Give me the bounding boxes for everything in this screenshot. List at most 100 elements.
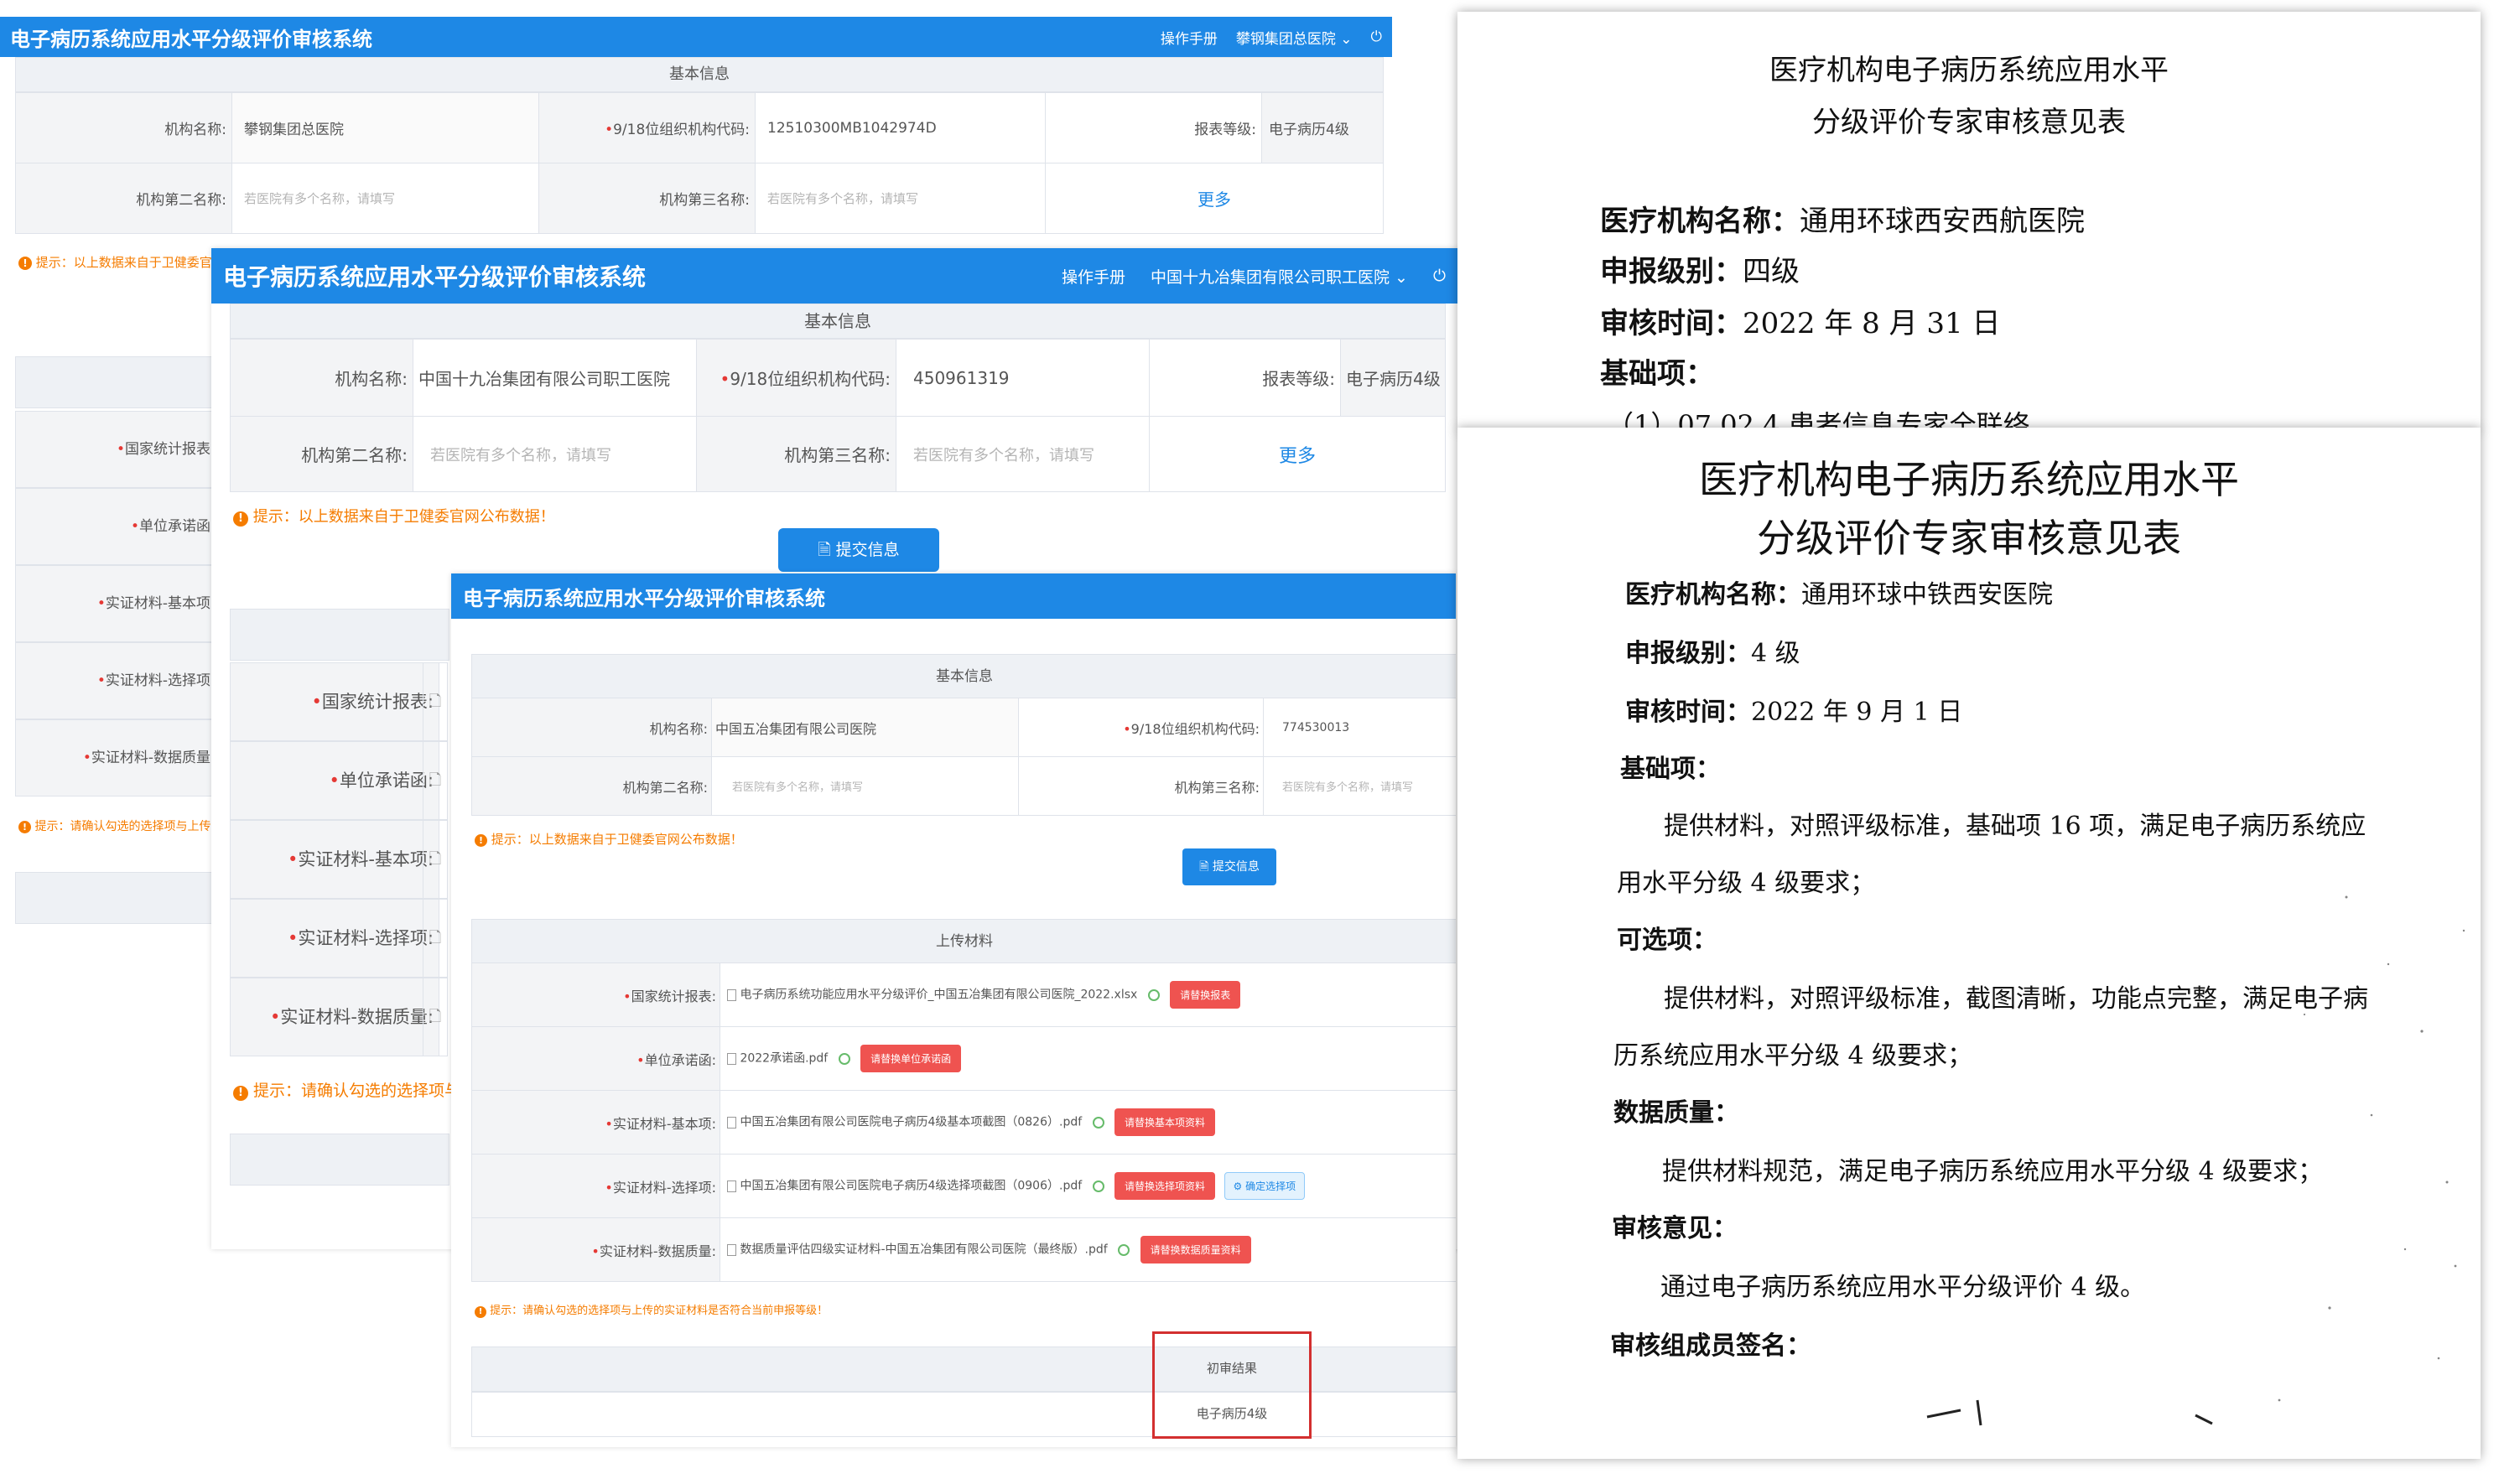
material-label-2: •单位承诺函 xyxy=(15,488,216,565)
screen-3-header: 电子病历系统应用水平分级评价审核系统 xyxy=(451,573,1456,619)
material-label-1: •国家统计报表 xyxy=(15,411,216,488)
material-label-1: •国家统计报表: xyxy=(230,662,439,741)
alert-icon: ! xyxy=(233,1086,248,1101)
org-code-input[interactable]: 450961319 xyxy=(896,339,1150,417)
upload-row-2: 2022承诺函.pdf 请替换单位承诺函 xyxy=(720,1026,1456,1091)
upload-row-5: 数据质量评估四级实证材料-中国五冶集团有限公司医院（最终版）.pdf 请替换数据… xyxy=(720,1217,1456,1282)
system-title: 电子病历系统应用水平分级评价审核系统 xyxy=(223,263,647,291)
org-code-label: •9/18位组织机构代码: xyxy=(538,92,756,163)
file-icon: 🗋 xyxy=(423,662,448,741)
confirm-options-button[interactable]: ⚙ 确定选择项 xyxy=(1224,1172,1306,1200)
confirm-tip: ! 提示：请确认勾选的选择项与上传的实证材料是否符合当前申报等级！ xyxy=(475,1301,828,1318)
screen-3-window: 电子病历系统应用水平分级评价审核系统 基本信息 机构名称: 中国五冶集团有限公司… xyxy=(451,573,1456,1447)
alert-icon: ! xyxy=(18,821,31,833)
third-name-label: 机构第三名称: xyxy=(696,416,896,492)
screen-2-header: 电子病历系统应用水平分级评价审核系统 操作手册 中国十九冶集团有限公司职工医院 … xyxy=(211,248,1466,304)
replace-button[interactable]: 请替换选择项资料 xyxy=(1114,1172,1216,1200)
file-icon xyxy=(727,1116,736,1129)
material-label-5: •实证材料-数据质量 xyxy=(15,719,216,796)
file-icon xyxy=(727,988,736,1001)
material-label-5: •实证材料-数据质量: xyxy=(230,978,439,1056)
system-title: 电子病历系统应用水平分级评价审核系统 xyxy=(463,586,825,610)
result-highlight-box xyxy=(1152,1331,1312,1439)
level-label: 报表等级: xyxy=(1149,339,1341,417)
check-circle-icon xyxy=(1092,1116,1104,1129)
material-label-4: •实证材料-选择项: xyxy=(471,1154,720,1218)
manual-link[interactable]: 操作手册 xyxy=(1062,265,1125,288)
material-label-2: •单位承诺函: xyxy=(230,741,439,820)
basic-info-table: 机构名称: 中国五冶集团有限公司医院 •9/18位组织机构代码: 7745300… xyxy=(471,698,1456,816)
uploaded-file-name[interactable]: 中国五冶集团有限公司医院电子病历4级基本项截图（0826）.pdf xyxy=(740,1116,1082,1129)
alert-icon: ! xyxy=(475,834,487,847)
manual-link[interactable]: 操作手册 xyxy=(1161,27,1218,48)
second-name-input[interactable]: 若医院有多个名称，请填写 xyxy=(413,416,697,492)
check-circle-icon xyxy=(1147,988,1160,1001)
power-icon[interactable]: ⏻ xyxy=(1371,29,1382,45)
material-label-4: •实证材料-选择项 xyxy=(15,642,216,719)
user-menu[interactable]: 攀钢集团总医院 ⌄ xyxy=(1236,27,1353,48)
section-basic-info: 基本信息 xyxy=(15,57,1384,92)
confirm-tip: ! 提示：请确认勾选的选择项与上 xyxy=(233,1078,476,1101)
material-label-5: •实证材料-数据质量: xyxy=(471,1217,720,1282)
section-basic-info: 基本信息 xyxy=(230,304,1446,339)
power-icon[interactable]: ⏻ xyxy=(1433,267,1446,285)
data-source-tip: ! 提示：以上数据来自于卫健委官网公布数据！ xyxy=(233,505,555,527)
upload-table: •国家统计报表: 电子病历系统功能应用水平分级评价_中国五冶集团有限公司医院_2… xyxy=(471,963,1456,1282)
material-label-column: •国家统计报表 •单位承诺函 •实证材料-基本项 •实证材料-选择项 •实证材料… xyxy=(15,411,216,796)
second-name-input[interactable]: 若医院有多个名称，请填写 xyxy=(711,756,1019,816)
submit-button[interactable]: 🗎 提交信息 xyxy=(778,528,939,572)
replace-button[interactable]: 请替换基本项资料 xyxy=(1114,1108,1216,1136)
third-name-input[interactable]: 若医院有多个名称，请填写 xyxy=(1263,756,1456,816)
org-code-input[interactable]: 12510300MB1042974D xyxy=(755,92,1046,163)
document-icon: 🗎 xyxy=(1199,860,1209,874)
review-form-doc-2: 医疗机构电子病历系统应用水平 分级评价专家审核意见表 医疗机构名称：通用环球中铁… xyxy=(1457,428,2481,1459)
org-name-label: 机构名称: xyxy=(230,339,413,417)
review-form-doc-1: 医疗机构电子病历系统应用水平 分级评价专家审核意见表 医疗机构名称：通用环球西安… xyxy=(1457,12,2481,431)
material-label-4: •实证材料-选择项: xyxy=(230,899,439,978)
section-basic-info: 基本信息 xyxy=(471,654,1456,699)
org-name-value: 中国十九冶集团有限公司职工医院 xyxy=(413,339,697,417)
material-label-1: •国家统计报表: xyxy=(471,963,720,1027)
more-link[interactable]: 更多 xyxy=(1149,416,1446,492)
org-code-input[interactable]: 774530013 xyxy=(1263,698,1456,757)
replace-button[interactable]: 请替换数据质量资料 xyxy=(1140,1236,1251,1263)
third-name-input[interactable]: 若医院有多个名称，请填写 xyxy=(896,416,1150,492)
second-name-input[interactable]: 若医院有多个名称，请填写 xyxy=(231,163,539,234)
section-upload: 上传材料 xyxy=(471,919,1456,964)
user-menu[interactable]: 中国十九冶集团有限公司职工医院 ⌄ xyxy=(1151,265,1408,288)
confirm-tip: ! 提示：请确认勾选的选择项与上传的实 xyxy=(18,817,234,834)
org-name-label: 机构名称: xyxy=(471,698,712,757)
org-code-label: •9/18位组织机构代码: xyxy=(1018,698,1264,757)
second-name-label: 机构第二名称: xyxy=(471,756,712,816)
basic-info-table: 机构名称: 攀钢集团总医院 •9/18位组织机构代码: 12510300MB10… xyxy=(15,92,1384,234)
data-source-tip: ! 提示：以上数据来自于卫健委官网公 xyxy=(18,253,237,271)
org-row: 医疗机构名称：通用环球西安西航医院 xyxy=(1600,205,2085,238)
level-row: 申报级别：四级 xyxy=(1600,255,1800,288)
chevron-down-icon: ⌄ xyxy=(1395,267,1408,287)
org-name-value: 中国五冶集团有限公司医院 xyxy=(711,698,1019,757)
result-section-collapsed xyxy=(230,1134,449,1186)
check-circle-icon xyxy=(1092,1180,1104,1192)
org-code-label: •9/18位组织机构代码: xyxy=(696,339,896,417)
document-icon: 🗎 xyxy=(818,541,831,559)
second-name-label: 机构第二名称: xyxy=(15,163,232,234)
replace-button[interactable]: 请替换单位承诺函 xyxy=(860,1045,962,1072)
check-circle-icon xyxy=(1118,1243,1130,1256)
alert-icon: ! xyxy=(233,511,248,527)
chevron-down-icon: ⌄ xyxy=(1340,30,1353,48)
uploaded-file-name[interactable]: 电子病历系统功能应用水平分级评价_中国五冶集团有限公司医院_2022.xlsx xyxy=(740,988,1137,1002)
material-label-3: •实证材料-基本项: xyxy=(471,1090,720,1155)
uploaded-file-name[interactable]: 中国五冶集团有限公司医院电子病历4级选择项截图（0906）.pdf xyxy=(740,1180,1082,1193)
upload-row-1: 电子病历系统功能应用水平分级评价_中国五冶集团有限公司医院_2022.xlsx … xyxy=(720,963,1456,1027)
third-name-input[interactable]: 若医院有多个名称，请填写 xyxy=(755,163,1046,234)
replace-button[interactable]: 请替换报表 xyxy=(1170,981,1241,1009)
submit-button[interactable]: 🗎 提交信息 xyxy=(1182,848,1276,885)
basic-info-table: 机构名称: 中国十九冶集团有限公司职工医院 •9/18位组织机构代码: 4509… xyxy=(230,339,1446,492)
more-link[interactable]: 更多 xyxy=(1045,163,1384,234)
org-name-label: 机构名称: xyxy=(15,92,232,163)
org-name-value: 攀钢集团总医院 xyxy=(231,92,539,163)
uploaded-file-name[interactable]: 数据质量评估四级实证材料-中国五冶集团有限公司医院（最终版）.pdf xyxy=(740,1243,1107,1257)
file-icon: 🗋 xyxy=(423,820,448,899)
uploaded-file-name[interactable]: 2022承诺函.pdf xyxy=(740,1052,828,1066)
alert-icon: ! xyxy=(475,1306,486,1318)
